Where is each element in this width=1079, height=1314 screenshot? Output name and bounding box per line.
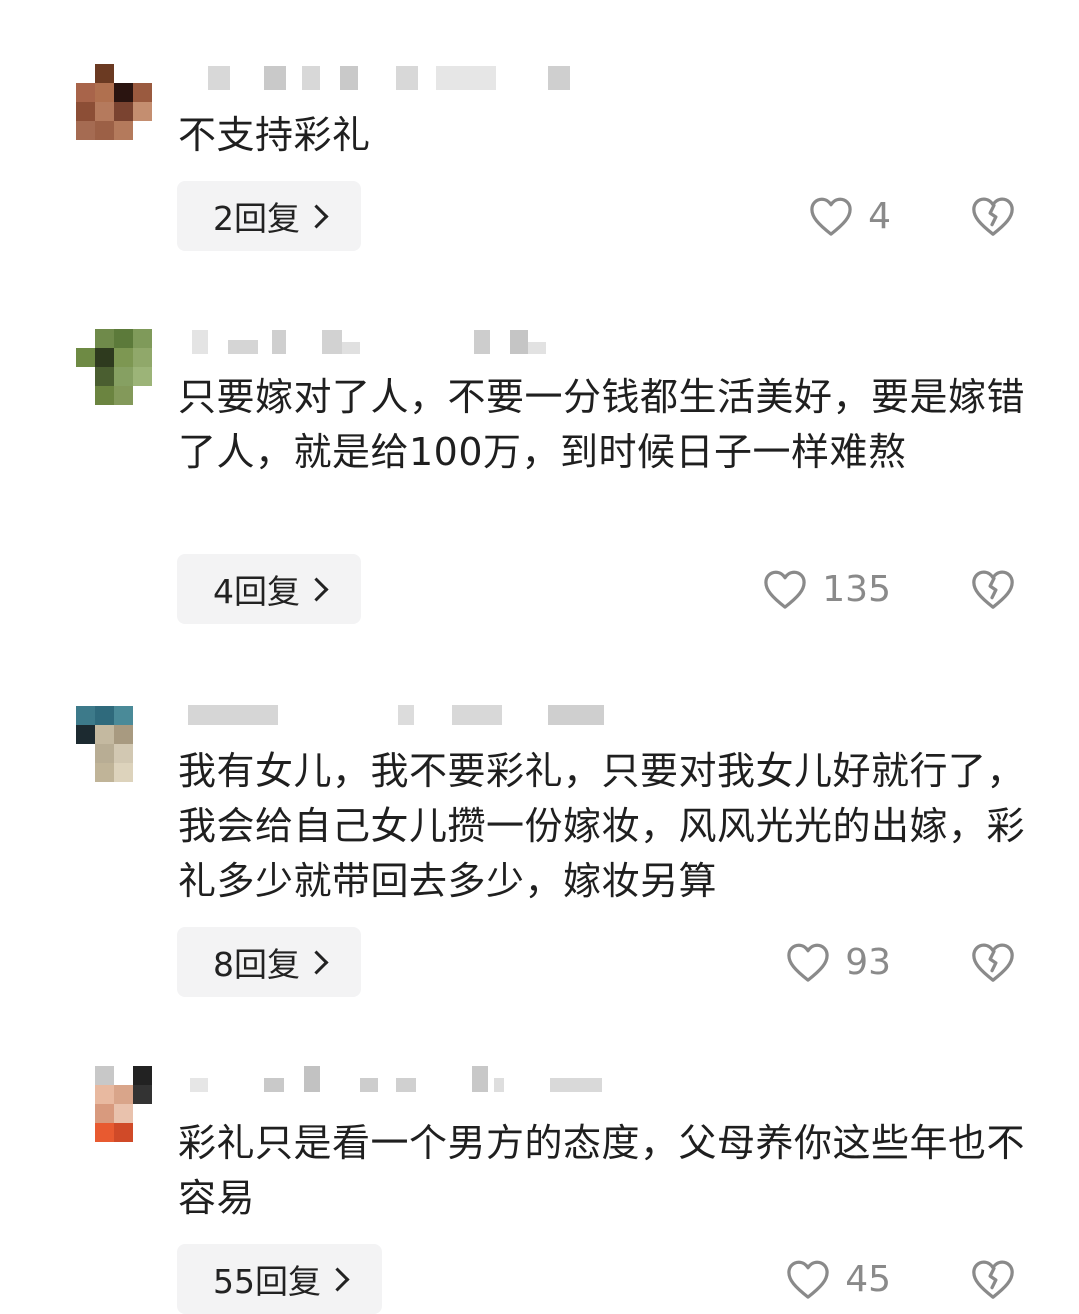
username-redacted[interactable] [186, 1066, 606, 1092]
like-count: 135 [822, 568, 891, 610]
avatar[interactable] [76, 1066, 152, 1142]
comment-text: 我有女儿，我不要彩礼，只要对我女儿好就行了，我会给自己女儿攒一份嫁妆，风风光光的… [178, 749, 1026, 903]
like-button[interactable]: 135 [762, 561, 891, 617]
broken-heart-icon[interactable] [970, 193, 1016, 239]
chevron-right-icon [304, 203, 329, 229]
chevron-right-icon [325, 1266, 350, 1292]
avatar[interactable] [76, 64, 152, 140]
comment-text: 彩礼只是看一个男方的态度，父母养你这些年也不容易 [178, 1121, 1026, 1220]
broken-heart-icon[interactable] [970, 566, 1016, 612]
like-count: 93 [845, 941, 891, 983]
like-count: 45 [845, 1258, 891, 1300]
replies-button[interactable]: 55回复 [177, 1244, 382, 1314]
comment-text: 只要嫁对了人，不要一分钱都生活美好，要是嫁错了人，就是给100万，到时候日子一样… [178, 375, 1026, 474]
heart-outline-icon [764, 570, 806, 609]
replies-label: 2回复 [213, 199, 300, 238]
replies-label: 4回复 [213, 572, 300, 611]
heart-outline-icon [787, 943, 829, 982]
chevron-right-icon [304, 576, 329, 602]
replies-button[interactable]: 8回复 [177, 927, 361, 997]
like-count: 4 [868, 195, 891, 237]
avatar[interactable] [76, 706, 152, 782]
like-button[interactable]: 4 [808, 188, 891, 244]
replies-label: 8回复 [213, 945, 300, 984]
username-redacted[interactable] [186, 330, 606, 354]
replies-button[interactable]: 4回复 [177, 554, 361, 624]
like-button[interactable]: 93 [785, 934, 891, 990]
avatar[interactable] [76, 329, 152, 405]
heart-outline-icon [810, 197, 852, 236]
replies-button[interactable]: 2回复 [177, 181, 361, 251]
username-redacted[interactable] [186, 705, 606, 729]
broken-heart-icon[interactable] [970, 939, 1016, 985]
username-redacted[interactable] [186, 66, 606, 90]
chevron-right-icon [304, 949, 329, 975]
broken-heart-icon[interactable] [970, 1256, 1016, 1302]
heart-outline-icon [787, 1260, 829, 1299]
comment-text: 不支持彩礼 [178, 113, 371, 157]
like-button[interactable]: 45 [785, 1251, 891, 1307]
replies-label: 55回复 [213, 1262, 321, 1301]
